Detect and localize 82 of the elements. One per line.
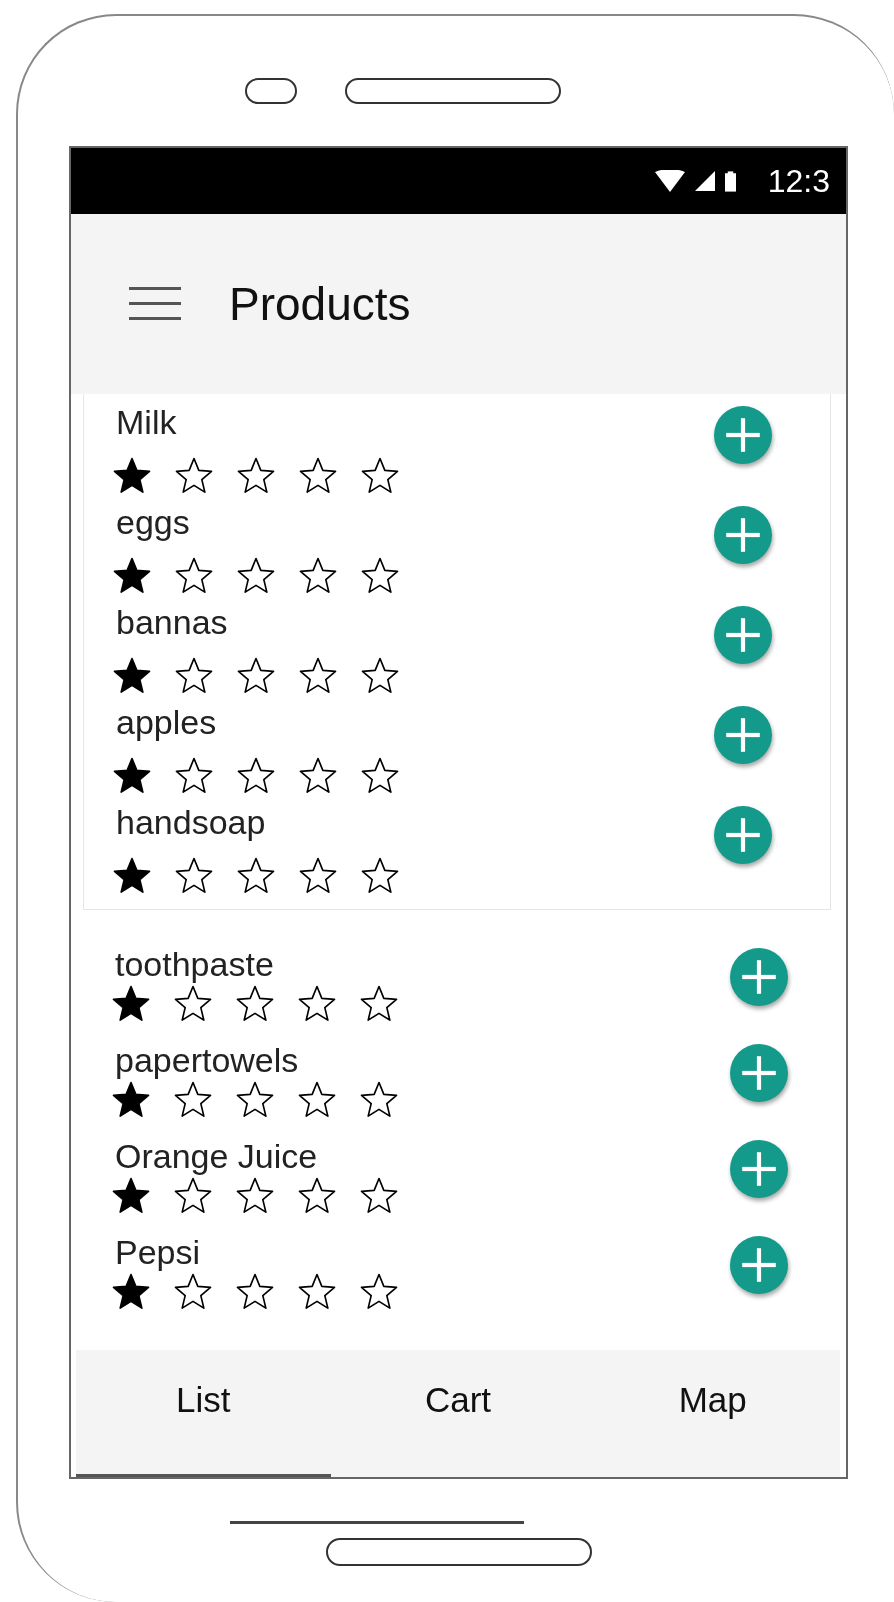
empty-star-icon[interactable]	[359, 1080, 399, 1120]
filled-star-icon[interactable]	[112, 856, 152, 896]
add-button[interactable]	[714, 506, 772, 564]
empty-star-icon[interactable]	[298, 756, 338, 796]
empty-star-icon[interactable]	[235, 1080, 275, 1120]
product-name: eggs	[116, 502, 191, 542]
empty-star-icon[interactable]	[359, 1272, 399, 1312]
empty-star-icon[interactable]	[297, 1272, 337, 1312]
empty-star-icon[interactable]	[297, 1080, 337, 1120]
star-rating[interactable]	[112, 656, 400, 696]
empty-star-icon[interactable]	[236, 556, 276, 596]
add-button[interactable]	[730, 1140, 788, 1198]
product-name: Pepsi	[115, 1232, 202, 1272]
tab[interactable]: List	[76, 1350, 331, 1477]
app-title: Products	[229, 277, 411, 331]
filled-star-icon[interactable]	[111, 984, 151, 1024]
filled-star-icon[interactable]	[112, 556, 152, 596]
product-name: papertowels	[115, 1040, 300, 1080]
empty-star-icon[interactable]	[297, 984, 337, 1024]
signal-icon	[694, 171, 715, 191]
empty-star-icon[interactable]	[174, 556, 214, 596]
product-name: apples	[116, 702, 218, 742]
empty-star-icon[interactable]	[236, 756, 276, 796]
menu-icon[interactable]	[129, 287, 181, 321]
filled-star-icon[interactable]	[112, 656, 152, 696]
add-button[interactable]	[714, 606, 772, 664]
empty-star-icon[interactable]	[235, 984, 275, 1024]
tab[interactable]: Cart	[330, 1350, 586, 1477]
wifi-icon	[654, 170, 685, 192]
star-rating[interactable]	[112, 556, 400, 596]
empty-star-icon[interactable]	[173, 1176, 213, 1216]
empty-star-icon[interactable]	[174, 456, 214, 496]
empty-star-icon[interactable]	[236, 456, 276, 496]
add-button[interactable]	[730, 1236, 788, 1294]
empty-star-icon[interactable]	[360, 656, 400, 696]
empty-star-icon[interactable]	[235, 1272, 275, 1312]
filled-star-icon[interactable]	[112, 756, 152, 796]
empty-star-icon[interactable]	[173, 1272, 213, 1312]
add-button[interactable]	[714, 406, 772, 464]
empty-star-icon[interactable]	[298, 456, 338, 496]
product-name: toothpaste	[115, 944, 275, 984]
product-name: Orange Juice	[115, 1136, 319, 1176]
filled-star-icon[interactable]	[111, 1176, 151, 1216]
empty-star-icon[interactable]	[359, 1176, 399, 1216]
product-name: Milk	[116, 402, 178, 442]
empty-star-icon[interactable]	[173, 1080, 213, 1120]
tab[interactable]: Map	[585, 1350, 840, 1477]
filled-star-icon[interactable]	[112, 456, 152, 496]
add-button[interactable]	[714, 806, 772, 864]
star-rating[interactable]	[111, 1176, 399, 1216]
empty-star-icon[interactable]	[173, 984, 213, 1024]
empty-star-icon[interactable]	[297, 1176, 337, 1216]
filled-star-icon[interactable]	[111, 1080, 151, 1120]
empty-star-icon[interactable]	[298, 856, 338, 896]
empty-star-icon[interactable]	[174, 756, 214, 796]
empty-star-icon[interactable]	[236, 856, 276, 896]
empty-star-icon[interactable]	[235, 1176, 275, 1216]
add-button[interactable]	[730, 948, 788, 1006]
empty-star-icon[interactable]	[174, 656, 214, 696]
star-rating[interactable]	[112, 456, 400, 496]
empty-star-icon[interactable]	[174, 856, 214, 896]
empty-star-icon[interactable]	[360, 456, 400, 496]
filled-star-icon[interactable]	[111, 1272, 151, 1312]
star-rating[interactable]	[111, 984, 399, 1024]
empty-star-icon[interactable]	[236, 656, 276, 696]
star-rating[interactable]	[112, 856, 400, 896]
star-rating[interactable]	[111, 1272, 399, 1312]
empty-star-icon[interactable]	[359, 984, 399, 1024]
empty-star-icon[interactable]	[360, 756, 400, 796]
empty-star-icon[interactable]	[298, 656, 338, 696]
empty-star-icon[interactable]	[298, 556, 338, 596]
add-button[interactable]	[730, 1044, 788, 1102]
add-button[interactable]	[714, 706, 772, 764]
star-rating[interactable]	[112, 756, 400, 796]
battery-icon	[724, 170, 736, 192]
product-name: handsoap	[116, 802, 267, 842]
status-time: 12:3	[767, 162, 830, 200]
empty-star-icon[interactable]	[360, 856, 400, 896]
empty-star-icon[interactable]	[360, 556, 400, 596]
camera-slot	[245, 78, 297, 104]
star-rating[interactable]	[111, 1080, 399, 1120]
product-name: bannas	[116, 602, 229, 642]
